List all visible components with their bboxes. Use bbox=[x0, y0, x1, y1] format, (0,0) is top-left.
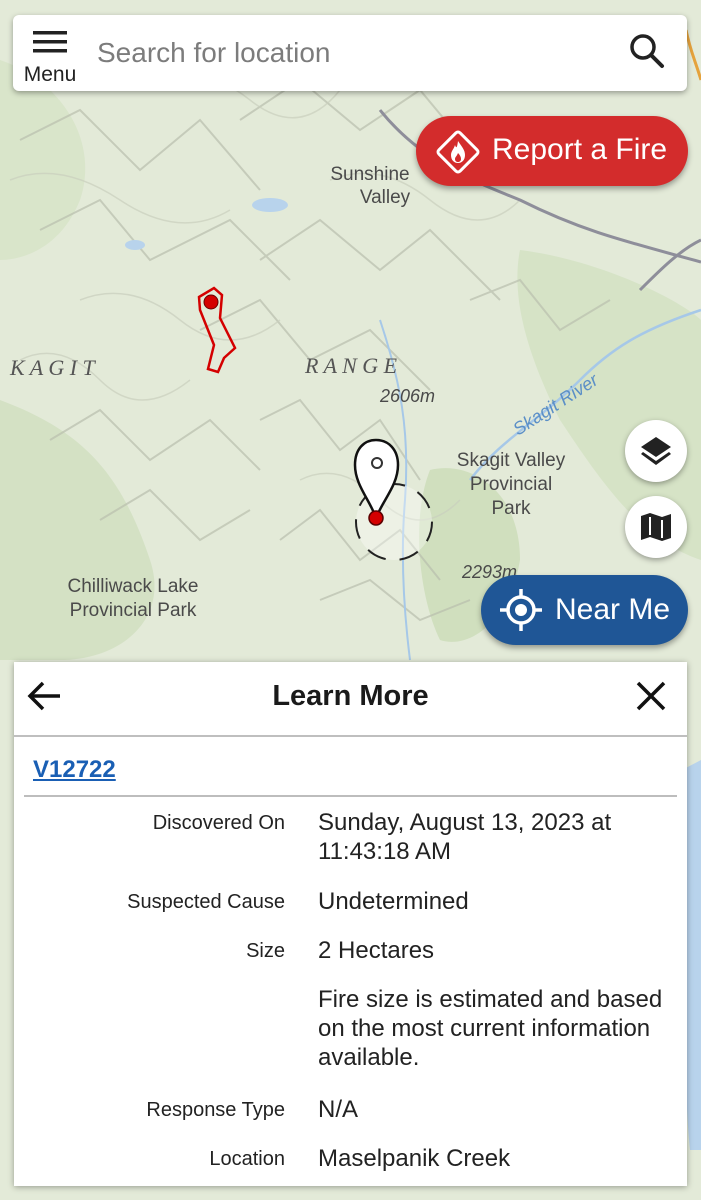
divider bbox=[24, 795, 677, 797]
basemap-button[interactable] bbox=[625, 496, 687, 558]
search-bar: Menu bbox=[13, 15, 687, 91]
close-button[interactable] bbox=[633, 678, 669, 714]
fire-icon bbox=[436, 130, 480, 174]
fire-location-dot[interactable] bbox=[203, 294, 219, 310]
fire-id-link[interactable]: V12722 bbox=[33, 756, 116, 784]
map-label-skagit-park-3: Park bbox=[491, 498, 531, 519]
detail-value: Sunday, August 13, 2023 at 11:43:18 AM bbox=[318, 809, 612, 865]
detail-value: 2 Hectares bbox=[318, 937, 435, 964]
map-label-chilliwack-2: Provincial Park bbox=[70, 600, 197, 621]
search-icon bbox=[630, 34, 664, 68]
layers-button[interactable] bbox=[625, 420, 687, 482]
near-me-label: Near Me bbox=[555, 593, 671, 626]
report-fire-button[interactable]: Report a Fire bbox=[416, 116, 688, 186]
learn-more-panel: Learn More V12722 Discovered On Sunday, … bbox=[14, 662, 687, 1186]
near-me-button[interactable]: Near Me bbox=[481, 575, 688, 645]
map-label-elev-1: 2606m bbox=[379, 386, 435, 406]
map-label-range: R A N G E bbox=[304, 353, 398, 378]
map-label-chilliwack-1: Chilliwack Lake bbox=[68, 576, 199, 597]
search-input[interactable] bbox=[95, 29, 609, 77]
menu-button[interactable]: Menu bbox=[19, 23, 81, 86]
layers-icon bbox=[641, 437, 671, 465]
detail-value: Maselpanik Creek bbox=[318, 1145, 511, 1172]
panel-header: Learn More bbox=[14, 662, 687, 737]
hamburger-icon bbox=[33, 31, 67, 53]
panel-title: Learn More bbox=[272, 680, 429, 712]
detail-value: Undetermined bbox=[318, 888, 469, 915]
report-fire-label: Report a Fire bbox=[492, 133, 668, 166]
detail-label: Suspected Cause bbox=[127, 891, 285, 913]
size-note: Fire size is estimated and based on the … bbox=[318, 986, 663, 1071]
detail-value: N/A bbox=[318, 1096, 359, 1123]
map-icon bbox=[641, 513, 671, 541]
close-icon bbox=[636, 681, 666, 711]
map-label-sunshine-1: Sunshine bbox=[330, 164, 409, 185]
menu-label: Menu bbox=[23, 63, 77, 86]
detail-label: Location bbox=[209, 1148, 285, 1170]
map-label-skagit-park-1: Skagit Valley bbox=[457, 450, 566, 471]
detail-label: Size bbox=[246, 940, 285, 962]
search-button[interactable] bbox=[625, 29, 671, 75]
crosshair-icon bbox=[500, 589, 542, 631]
map-label-skagit-park-2: Provincial bbox=[470, 474, 552, 495]
detail-label: Discovered On bbox=[152, 812, 285, 834]
detail-label: Response Type bbox=[146, 1099, 285, 1121]
map-label-sunshine-2: Valley bbox=[360, 187, 411, 208]
map-label-kagit: K A G I T bbox=[9, 355, 97, 380]
